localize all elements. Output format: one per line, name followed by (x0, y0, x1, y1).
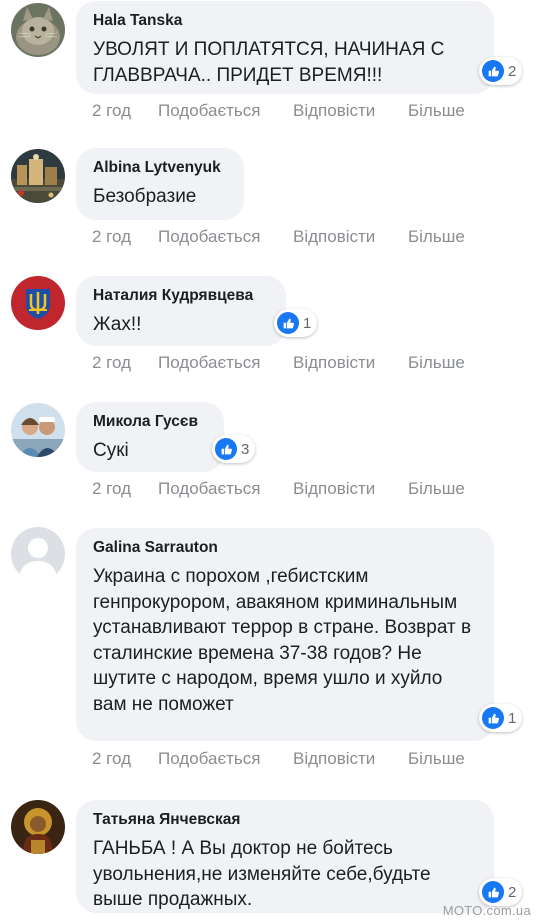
reply-button[interactable]: Відповісти (293, 227, 408, 247)
reaction-number: 3 (241, 440, 250, 458)
avatar[interactable] (11, 276, 65, 330)
comment-actions: 2 год Подобається Відповісти Більше (92, 227, 465, 247)
icon-portrait-icon (11, 800, 65, 854)
more-button[interactable]: Більше (408, 101, 465, 121)
timestamp[interactable]: 2 год (92, 227, 158, 247)
reply-button[interactable]: Відповісти (293, 749, 408, 769)
comment-text: ГАНЬБА ! А Вы доктор не бойтесь увольнен… (93, 838, 431, 910)
more-button[interactable]: Більше (408, 749, 465, 769)
timestamp[interactable]: 2 год (92, 353, 158, 373)
comment-actions: 2 год Подобається Відповісти Більше (92, 479, 465, 499)
comment-text: УВОЛЯТ И ПОПЛАТЯТСЯ, НАЧИНАЯ С ГЛАВВРАЧА… (93, 39, 445, 86)
comment-actions: 2 год Подобається Відповісти Більше (92, 749, 465, 769)
reaction-count[interactable]: 1 (274, 309, 318, 337)
like-button[interactable]: Подобається (158, 227, 293, 247)
comment-actions: 2 год Подобається Відповісти Більше (92, 353, 465, 373)
like-reaction-icon (482, 881, 504, 903)
author-name[interactable]: Татьяна Янчевская (93, 810, 476, 830)
author-name[interactable]: Albina Lytvenyuk (93, 158, 226, 178)
author-name[interactable]: Наталия Кудрявцева (93, 286, 268, 306)
like-button[interactable]: Подобається (158, 101, 293, 121)
avatar[interactable] (11, 800, 65, 854)
like-reaction-icon (482, 707, 504, 729)
comment-text: Украина с порохом ,гебистским генпрокуро… (93, 566, 472, 715)
reaction-number: 2 (508, 883, 517, 901)
reaction-count[interactable]: 2 (479, 878, 523, 906)
avatar[interactable] (11, 403, 65, 457)
like-button[interactable]: Подобається (158, 479, 293, 499)
like-reaction-icon (277, 312, 299, 334)
reaction-number: 2 (508, 62, 517, 80)
reaction-number: 1 (303, 314, 312, 332)
comments-feed: Hala Tanska УВОЛЯТ И ПОПЛАТЯТСЯ, НАЧИНАЯ… (0, 0, 539, 921)
timestamp[interactable]: 2 год (92, 749, 158, 769)
avatar[interactable] (11, 527, 65, 581)
default-user-silhouette-icon (11, 527, 65, 581)
more-button[interactable]: Більше (408, 479, 465, 499)
reaction-count[interactable]: 1 (479, 704, 523, 732)
comment-text: Жах!! (93, 314, 142, 335)
comment-bubble: Galina Sarrauton Украина с порохом ,геби… (76, 528, 494, 741)
like-button[interactable]: Подобається (158, 353, 293, 373)
couple-photo-icon (11, 403, 65, 457)
cat-photo-icon (11, 3, 65, 57)
comment-bubble: Татьяна Янчевская ГАНЬБА ! А Вы доктор н… (76, 800, 494, 913)
author-name[interactable]: Galina Sarrauton (93, 538, 476, 558)
author-name[interactable]: Hala Tanska (93, 11, 476, 31)
like-reaction-icon (215, 438, 237, 460)
reply-button[interactable]: Відповісти (293, 101, 408, 121)
reaction-number: 1 (508, 709, 517, 727)
reaction-count[interactable]: 3 (212, 435, 256, 463)
city-photo-icon (11, 149, 65, 203)
like-button[interactable]: Подобається (158, 749, 293, 769)
avatar[interactable] (11, 3, 65, 57)
reply-button[interactable]: Відповісти (293, 353, 408, 373)
comment-text: Безобразие (93, 186, 197, 207)
reaction-count[interactable]: 2 (479, 57, 523, 85)
timestamp[interactable]: 2 год (92, 479, 158, 499)
comment-bubble: Наталия Кудрявцева Жах!! (76, 276, 286, 346)
comment-actions: 2 год Подобається Відповісти Більше (92, 101, 465, 121)
more-button[interactable]: Більше (408, 353, 465, 373)
author-name[interactable]: Микола Гусєв (93, 412, 206, 432)
comment-bubble: Hala Tanska УВОЛЯТ И ПОПЛАТЯТСЯ, НАЧИНАЯ… (76, 1, 494, 94)
comment-bubble: Albina Lytvenyuk Безобразие (76, 148, 244, 220)
trident-emblem-icon (11, 276, 65, 330)
reply-button[interactable]: Відповісти (293, 479, 408, 499)
timestamp[interactable]: 2 год (92, 101, 158, 121)
watermark: MOTO.com.ua (442, 903, 531, 918)
comment-text: Сукі (93, 440, 129, 461)
more-button[interactable]: Більше (408, 227, 465, 247)
comment-bubble: Микола Гусєв Сукі (76, 402, 224, 472)
like-reaction-icon (482, 60, 504, 82)
avatar[interactable] (11, 149, 65, 203)
